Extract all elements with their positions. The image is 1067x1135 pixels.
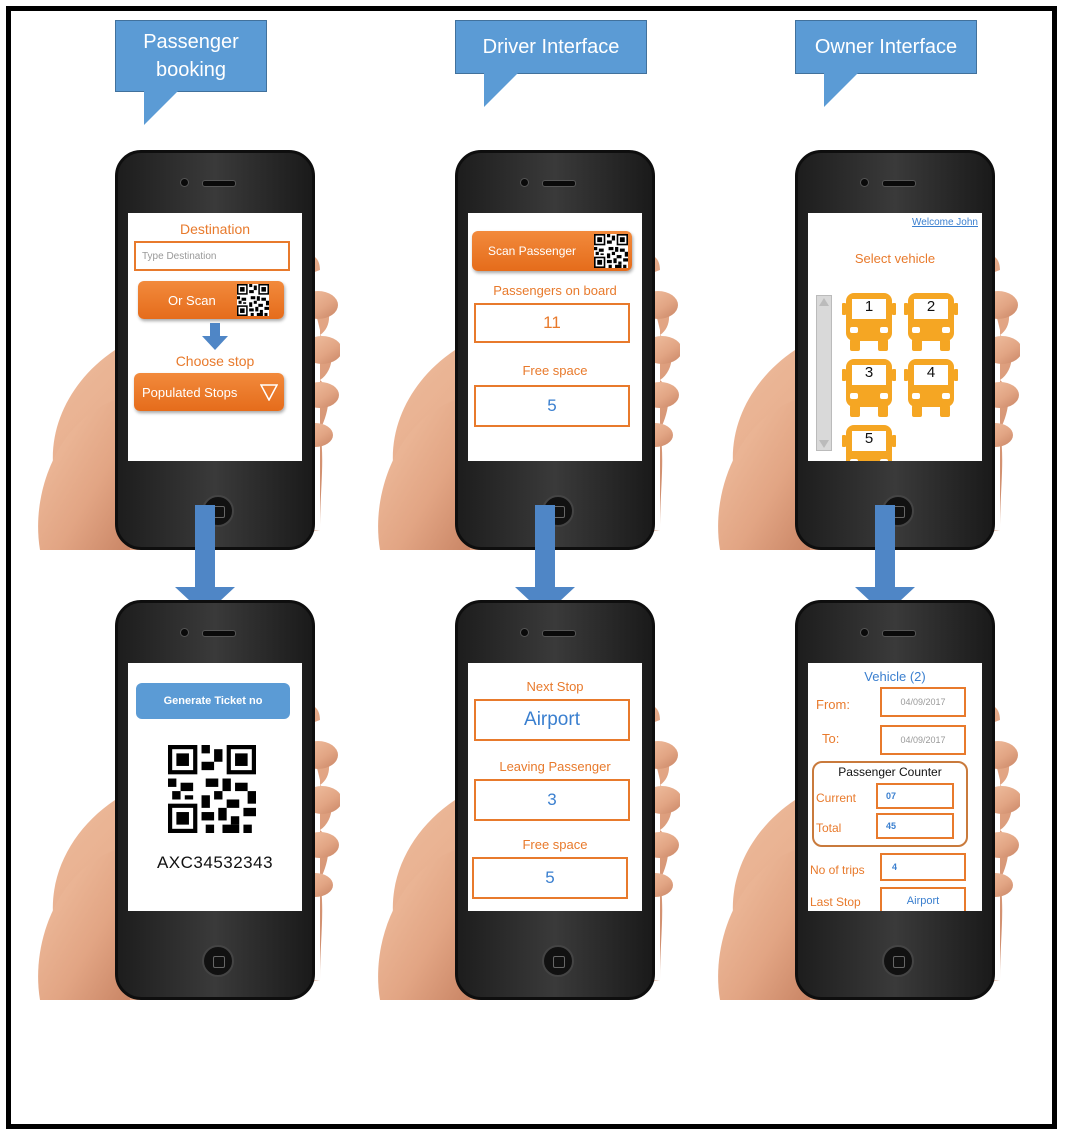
on-board-value: 11 xyxy=(474,303,630,343)
scan-passenger-button[interactable]: Scan Passenger xyxy=(472,231,632,271)
camera xyxy=(860,178,869,187)
last-stop-label: Last Stop xyxy=(810,895,861,909)
home-button xyxy=(542,945,574,977)
passenger-ticket-panel: Generate Ticket no AXC34532343 xyxy=(20,530,340,1000)
vehicle-number: 2 xyxy=(926,298,936,315)
passenger-counter-group: Passenger Counter Current 07 Total 45 xyxy=(812,761,968,847)
camera xyxy=(180,628,189,637)
owner-detail-panel: Vehicle (2) From: 04/09/2017 To: 04/09/2… xyxy=(700,530,1020,1000)
trips-label: No of trips xyxy=(810,863,865,877)
phone: Welcome John Select vehicle 1 2 3 4 5 xyxy=(795,150,995,550)
from-date-field[interactable]: 04/09/2017 xyxy=(880,687,966,717)
trips-value: 4 xyxy=(880,853,966,881)
vehicle-5-button[interactable]: 5 xyxy=(842,425,896,461)
next-stop-label: Next Stop xyxy=(526,679,584,694)
vehicle-number: 4 xyxy=(926,364,936,381)
welcome-link[interactable]: Welcome John xyxy=(912,217,978,228)
to-label: To: xyxy=(822,731,840,746)
free-space-value: 5 xyxy=(474,385,630,427)
owner-detail-screen: Vehicle (2) From: 04/09/2017 To: 04/09/2… xyxy=(808,663,982,911)
ticket-qr-code xyxy=(168,745,256,833)
vehicle-3-button[interactable]: 3 xyxy=(842,359,896,417)
from-label: From: xyxy=(816,697,850,712)
passenger-booking-screen: Destination Type Destination Or Scan Cho… xyxy=(128,213,302,461)
scan-passenger-label: Scan Passenger xyxy=(488,244,577,258)
camera xyxy=(860,628,869,637)
last-stop-value: Airport xyxy=(880,887,966,911)
camera xyxy=(520,628,529,637)
vehicle-1-button[interactable]: 1 xyxy=(842,293,896,351)
callout-owner: Owner Interface xyxy=(795,20,977,107)
free-space-label: Free space xyxy=(522,363,588,378)
camera xyxy=(520,178,529,187)
next-stop-value: Airport xyxy=(474,699,630,741)
callout-driver: Driver Interface xyxy=(455,20,647,107)
dropdown-triangle-icon xyxy=(260,384,278,401)
speaker xyxy=(202,180,236,187)
destination-label: Destination xyxy=(179,221,251,237)
phone: Generate Ticket no AXC34532343 xyxy=(115,600,315,1000)
phone: Next Stop Airport Leaving Passenger 3 Fr… xyxy=(455,600,655,1000)
owner-screen: Welcome John Select vehicle 1 2 3 4 5 xyxy=(808,213,982,461)
passenger-booking-panel: Destination Type Destination Or Scan Cho… xyxy=(20,20,340,550)
to-date-field[interactable]: 04/09/2017 xyxy=(880,725,966,755)
free-space-label: Free space xyxy=(522,837,588,852)
vehicle-scrollbar[interactable] xyxy=(816,295,832,451)
vehicle-2-button[interactable]: 2 xyxy=(904,293,958,351)
ticket-number: AXC34532343 xyxy=(156,853,274,872)
total-label: Total xyxy=(816,821,842,835)
phone: Vehicle (2) From: 04/09/2017 To: 04/09/2… xyxy=(795,600,995,1000)
driver-screen: Scan Passenger Passengers on board 11 Fr… xyxy=(468,213,642,461)
driver-panel: Scan Passenger Passengers on board 11 Fr… xyxy=(360,20,680,550)
passenger-counter-title: Passenger Counter xyxy=(838,765,942,779)
stops-dropdown[interactable]: Populated Stops xyxy=(134,373,284,411)
free-space-value: 5 xyxy=(472,857,628,899)
leaving-passenger-label: Leaving Passenger xyxy=(499,759,611,774)
speaker xyxy=(202,630,236,637)
camera xyxy=(180,178,189,187)
vehicle-number: 3 xyxy=(864,364,874,381)
speaker xyxy=(882,630,916,637)
select-vehicle-label: Select vehicle xyxy=(854,251,936,266)
ticket-screen: Generate Ticket no AXC34532343 xyxy=(128,663,302,911)
choose-stop-label: Choose stop xyxy=(175,353,255,369)
qr-code-icon xyxy=(594,234,628,268)
scroll-up-icon xyxy=(819,298,829,306)
leaving-passenger-value: 3 xyxy=(474,779,630,821)
driver-stop-screen: Next Stop Airport Leaving Passenger 3 Fr… xyxy=(468,663,642,911)
on-board-label: Passengers on board xyxy=(493,283,617,298)
current-label: Current xyxy=(816,791,857,805)
total-value: 45 xyxy=(876,813,954,839)
generate-ticket-button[interactable]: Generate Ticket no xyxy=(136,683,290,719)
qr-code-icon xyxy=(236,284,270,316)
owner-panel: Welcome John Select vehicle 1 2 3 4 5 Owner … xyxy=(700,20,1020,550)
destination-input[interactable]: Type Destination xyxy=(134,241,290,271)
vehicle-4-button[interactable]: 4 xyxy=(904,359,958,417)
speaker xyxy=(542,180,576,187)
phone: Destination Type Destination Or Scan Cho… xyxy=(115,150,315,550)
stops-dropdown-label: Populated Stops xyxy=(142,384,238,400)
vehicle-title: Vehicle (2) xyxy=(864,669,926,684)
home-button xyxy=(202,945,234,977)
phone: Scan Passenger Passengers on board 11 Fr… xyxy=(455,150,655,550)
home-button xyxy=(882,945,914,977)
vehicle-number: 1 xyxy=(864,298,874,315)
scan-button-label: Or Scan xyxy=(168,292,216,308)
vehicle-number: 5 xyxy=(864,430,874,447)
scroll-down-icon xyxy=(819,440,829,448)
current-value: 07 xyxy=(876,783,954,809)
down-arrow-icon xyxy=(202,323,228,350)
speaker xyxy=(882,180,916,187)
scan-button[interactable]: Or Scan xyxy=(138,281,284,319)
callout-passenger: Passenger booking xyxy=(115,20,267,125)
speaker xyxy=(542,630,576,637)
driver-stop-panel: Next Stop Airport Leaving Passenger 3 Fr… xyxy=(360,530,680,1000)
